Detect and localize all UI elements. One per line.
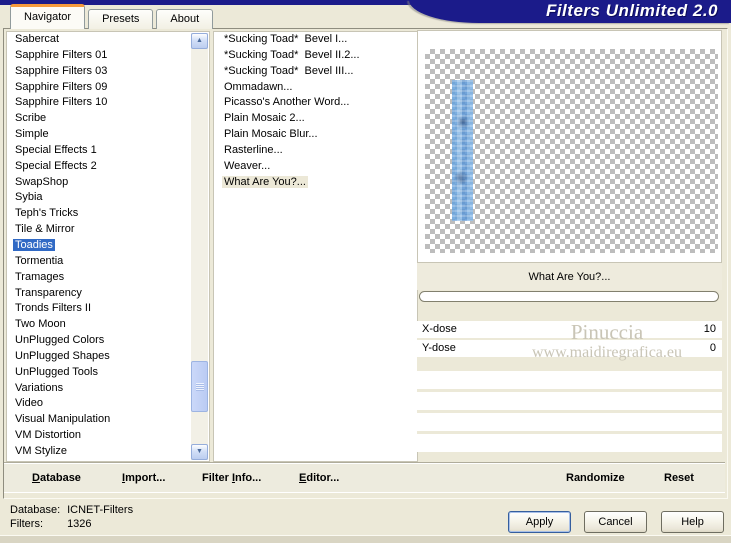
category-item[interactable]: VM Stylize <box>7 444 209 460</box>
param-value[interactable]: 0 <box>710 340 716 357</box>
param-name: X-dose <box>422 323 457 335</box>
category-item[interactable]: Tormentia <box>7 254 209 270</box>
category-item[interactable]: Sabercat <box>7 32 209 48</box>
parameter-panel: X-dose 10 Y-dose 0 Pinuccia www.maidireg… <box>417 321 722 452</box>
title-banner: Filters Unlimited 2.0 <box>409 0 731 23</box>
filter-item[interactable]: *Sucking Toad* Bevel I... <box>214 32 417 48</box>
help-button[interactable]: Help <box>661 511 724 533</box>
category-item[interactable]: Sybia <box>7 190 209 206</box>
import-button[interactable]: Import... <box>122 463 165 493</box>
filter-item[interactable]: Picasso's Another Word... <box>214 95 417 111</box>
filter-info-button[interactable]: Filter Info... <box>202 463 261 493</box>
category-item[interactable]: UnPlugged Colors <box>7 333 209 349</box>
filter-item[interactable]: Plain Mosaic Blur... <box>214 127 417 143</box>
category-item[interactable]: Sapphire Filters 03 <box>7 64 209 80</box>
category-items: Sabercat Sapphire Filters 01 Sapphire Filt… <box>7 32 209 460</box>
status-database: Database: ICNET-Filters <box>10 504 133 516</box>
toolbar: Database Import... Filter Info... Editor… <box>4 462 725 493</box>
preview-image <box>452 80 473 221</box>
category-list: Sabercat Sapphire Filters 01 Sapphire Filt… <box>6 31 210 462</box>
window-title: Filters Unlimited 2.0 <box>545 1 718 20</box>
filter-item[interactable]: *Sucking Toad* Bevel II.2... <box>214 48 417 64</box>
filters-unlimited-dialog: Filters Unlimited 2.0 Navigator Presets … <box>0 0 731 543</box>
category-item[interactable]: VM Distortion <box>7 428 209 444</box>
category-item[interactable]: Simple <box>7 127 209 143</box>
tab-bar: Navigator Presets About <box>10 4 216 29</box>
filter-item[interactable]: Plain Mosaic 2... <box>214 111 417 127</box>
param-row[interactable]: Y-dose 0 <box>417 340 722 357</box>
category-item[interactable]: Two Moon <box>7 317 209 333</box>
preview-panel <box>417 30 722 263</box>
category-item[interactable]: Variations <box>7 381 209 397</box>
editor-button[interactable]: Editor... <box>299 463 339 493</box>
filters-value: 1326 <box>67 518 92 530</box>
category-item[interactable]: Transparency <box>7 286 209 302</box>
apply-button[interactable]: Apply <box>508 511 571 533</box>
category-item[interactable]: Tronds Filters II <box>7 301 209 317</box>
param-name: Y-dose <box>422 342 456 354</box>
category-item[interactable]: Special Effects 2 <box>7 159 209 175</box>
category-item[interactable]: Special Effects 1 <box>7 143 209 159</box>
param-row[interactable]: X-dose 10 <box>417 321 722 338</box>
empty-param-row <box>417 413 722 431</box>
reset-button[interactable]: Reset <box>664 463 694 493</box>
filter-item[interactable]: *Sucking Toad* Bevel III... <box>214 64 417 80</box>
tab-about[interactable]: About <box>156 9 214 29</box>
cancel-button[interactable]: Cancel <box>584 511 647 533</box>
filter-list: *Sucking Toad* Bevel I... *Sucking Toad* … <box>213 31 418 462</box>
bottom-edge <box>0 535 731 543</box>
category-scrollbar[interactable]: ▲ ▼ <box>191 33 208 460</box>
category-item[interactable]: Tramages <box>7 270 209 286</box>
category-item[interactable]: Sapphire Filters 01 <box>7 48 209 64</box>
progress-bar <box>419 291 719 302</box>
status-filters: Filters: 1326 <box>10 518 92 530</box>
scrollbar-thumb[interactable] <box>191 361 208 412</box>
tab-presets[interactable]: Presets <box>88 9 154 29</box>
selected-filter-label: What Are You?... <box>417 263 722 290</box>
database-label: Database: <box>10 504 61 516</box>
tab-navigator[interactable]: Navigator <box>10 4 86 29</box>
category-item[interactable]: Tile & Mirror <box>7 222 209 238</box>
filter-items: *Sucking Toad* Bevel I... *Sucking Toad* … <box>214 32 417 190</box>
category-item[interactable]: SwapShop <box>7 175 209 191</box>
category-item[interactable]: UnPlugged Tools <box>7 365 209 381</box>
filter-item[interactable]: Rasterline... <box>214 143 417 159</box>
filters-label: Filters: <box>10 518 43 530</box>
scroll-down-icon[interactable]: ▼ <box>191 444 208 460</box>
param-value[interactable]: 10 <box>704 321 716 338</box>
category-item[interactable]: Toadies <box>7 238 209 254</box>
database-button[interactable]: Database <box>32 463 81 493</box>
randomize-button[interactable]: Randomize <box>566 463 625 493</box>
row-separator <box>417 357 722 371</box>
database-value: ICNET-Filters <box>67 504 134 516</box>
category-item[interactable]: UnPlugged Shapes <box>7 349 209 365</box>
filter-item[interactable]: Ommadawn... <box>214 80 417 96</box>
scrollbar-grip <box>196 383 204 391</box>
category-item[interactable]: Scribe <box>7 111 209 127</box>
category-item[interactable]: Sapphire Filters 09 <box>7 80 209 96</box>
empty-param-row <box>417 371 722 389</box>
empty-param-row <box>417 434 722 452</box>
category-item[interactable]: Teph's Tricks <box>7 206 209 222</box>
preview-canvas[interactable] <box>425 49 718 253</box>
filter-item[interactable]: Weaver... <box>214 159 417 175</box>
scroll-up-icon[interactable]: ▲ <box>191 33 208 49</box>
empty-param-row <box>417 392 722 410</box>
category-item[interactable]: Video <box>7 396 209 412</box>
category-item[interactable]: Sapphire Filters 10 <box>7 95 209 111</box>
category-item[interactable]: Visual Manipulation <box>7 412 209 428</box>
filter-item[interactable]: What Are You?... <box>214 175 417 191</box>
